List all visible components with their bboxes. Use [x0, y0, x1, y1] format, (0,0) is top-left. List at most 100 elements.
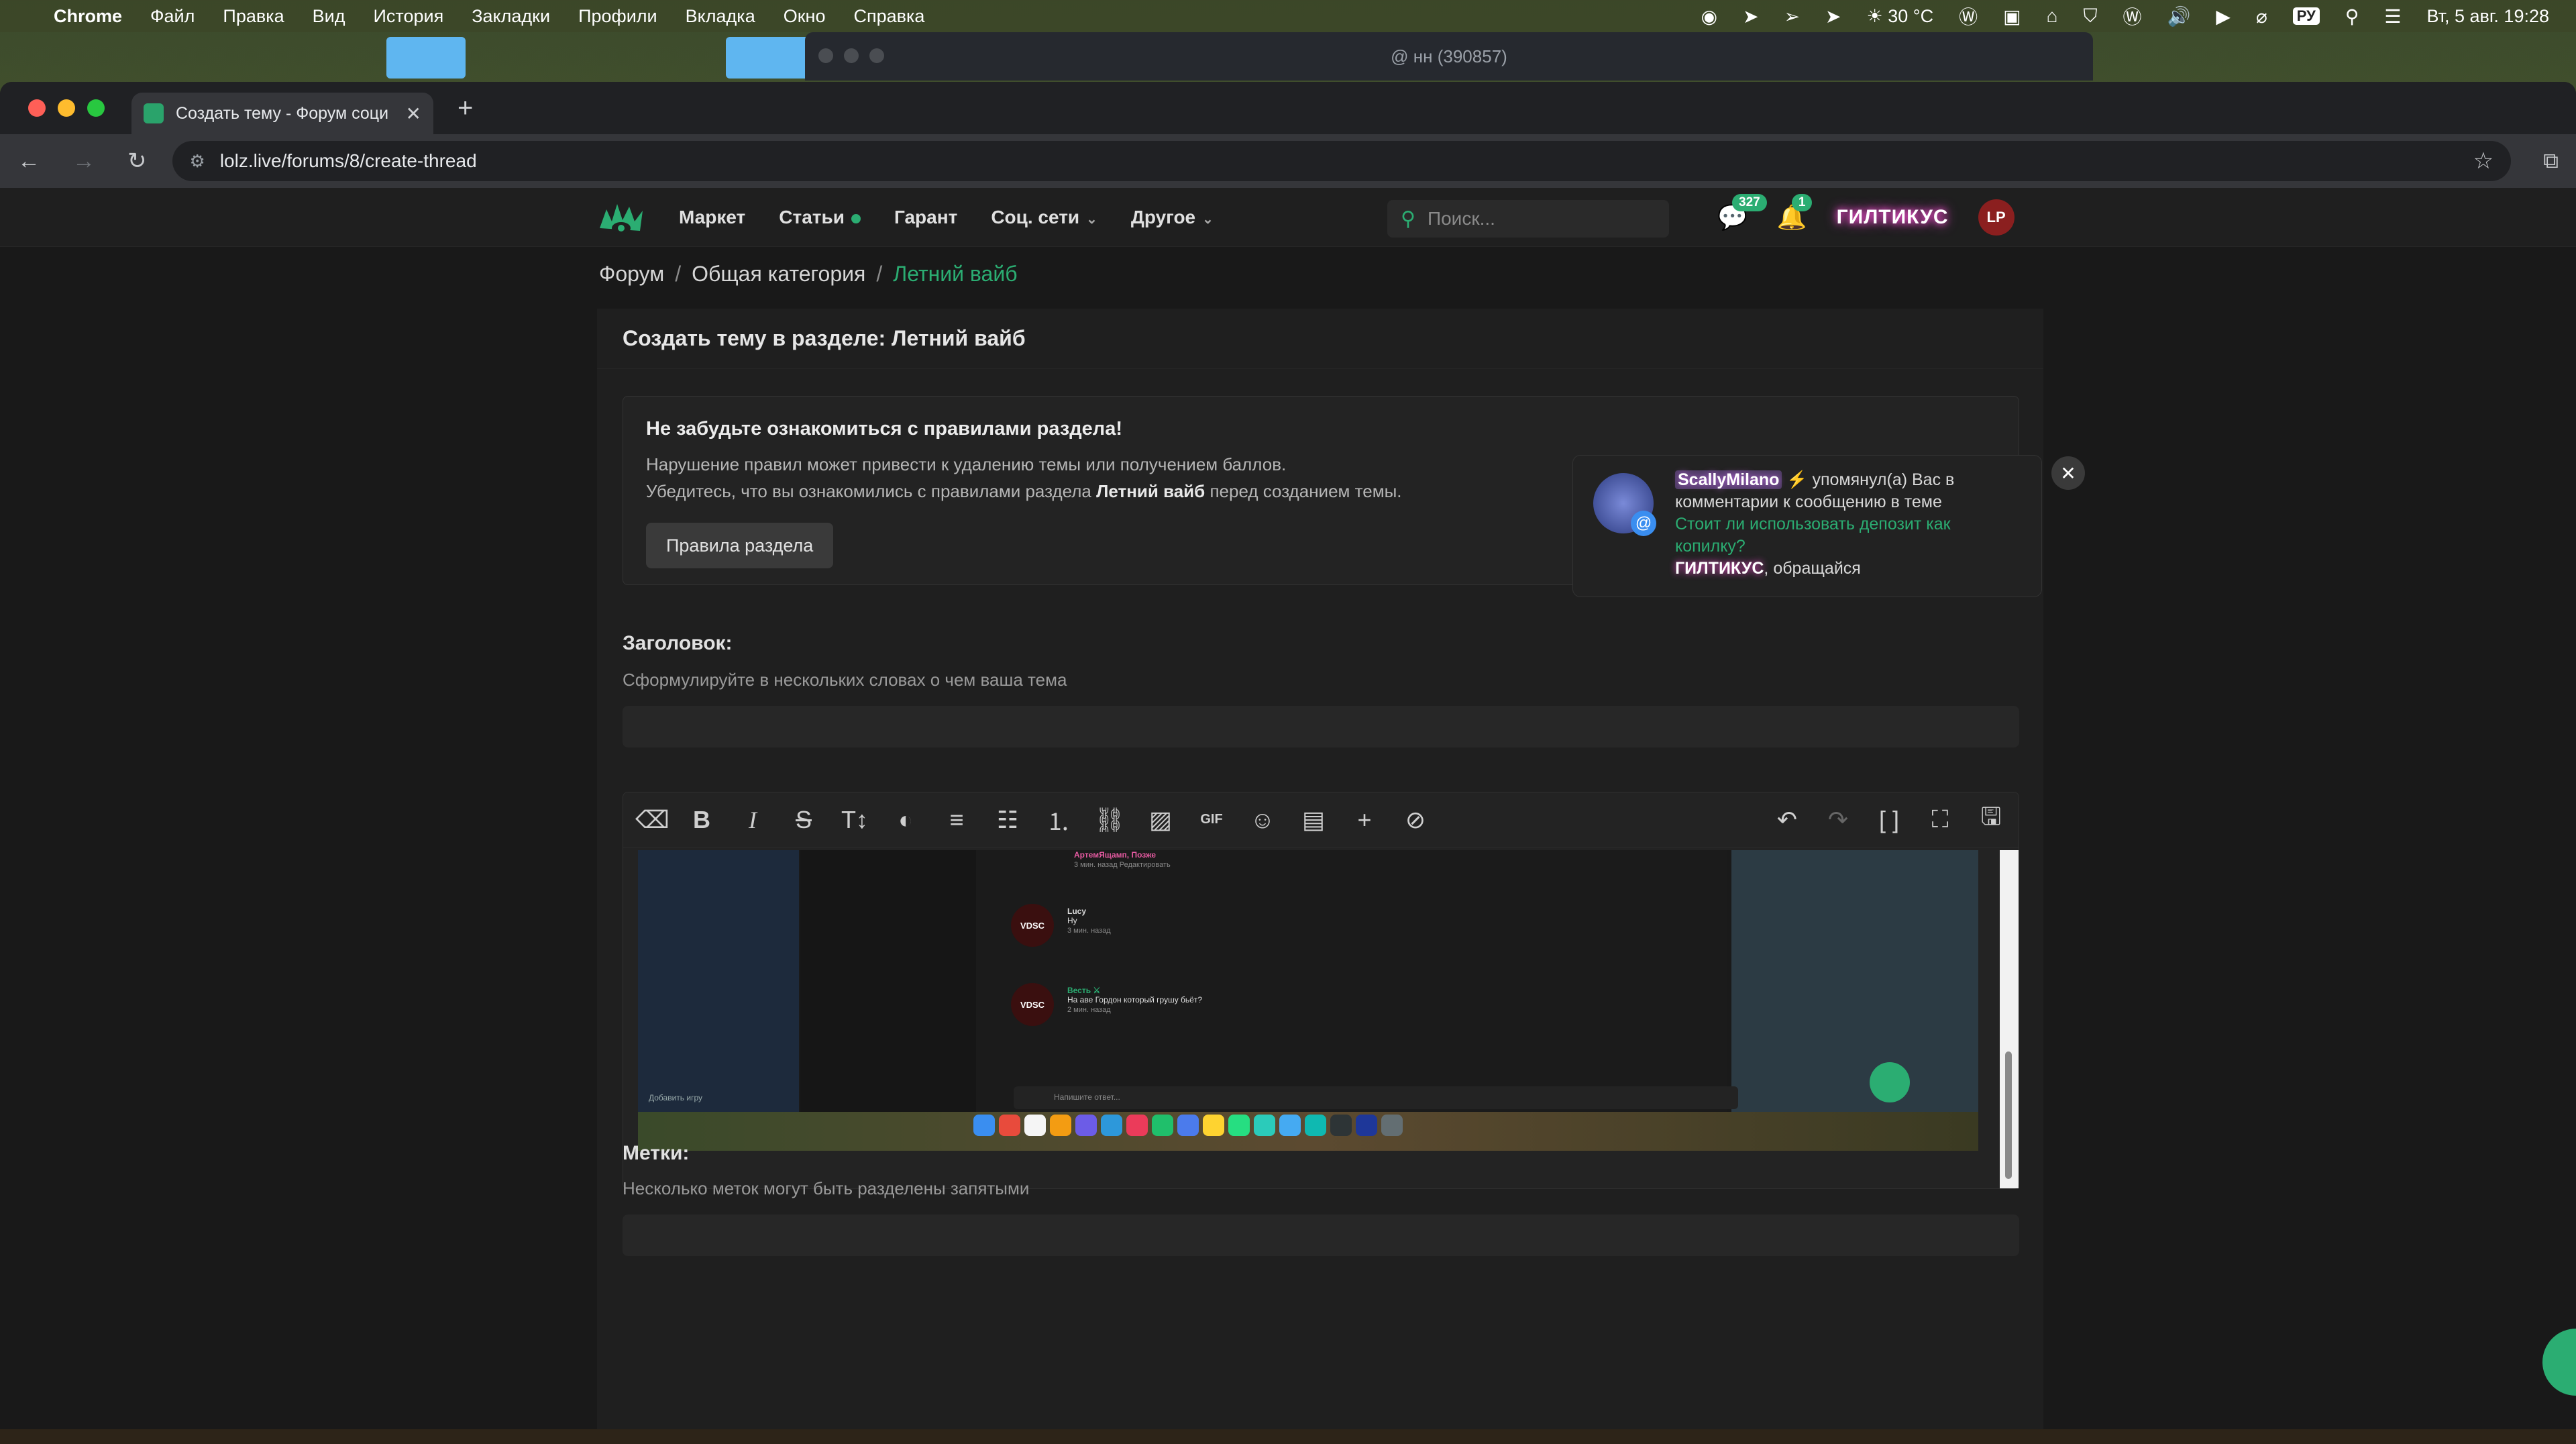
wifi-off-icon[interactable]: ⌀ [2256, 5, 2267, 28]
background-window[interactable]: @ нн (390857) [805, 32, 2093, 81]
menu-history[interactable]: История [373, 6, 443, 27]
embedded-chat-button [1870, 1062, 1910, 1102]
eraser-icon[interactable]: ⌫ [635, 806, 669, 834]
nav-other[interactable]: Другое ⌄ [1131, 207, 1214, 228]
plus-icon[interactable]: + [1349, 806, 1380, 834]
embedded-comments-area [976, 850, 1727, 1112]
hide-content-icon[interactable]: ⊘ [1400, 806, 1431, 834]
editor-content-image[interactable]: Добавить игру АртемЯщамп, Позже 3 мин. н… [638, 850, 1978, 1151]
menu-profiles[interactable]: Профили [578, 6, 657, 27]
desktop-folder-icon[interactable] [726, 37, 812, 79]
nav-social[interactable]: Соц. сети ⌄ [991, 207, 1097, 228]
numbered-list-icon[interactable]: ⒈ [1043, 803, 1074, 837]
input-source-badge[interactable]: РУ [2292, 7, 2320, 25]
strikethrough-icon[interactable]: S [788, 806, 819, 834]
close-tab-icon[interactable]: ✕ [406, 103, 421, 125]
header-username[interactable]: ГИЛТИКУС [1837, 206, 1949, 229]
italic-icon[interactable]: I [737, 806, 768, 834]
emoji-icon[interactable]: ☺ [1247, 806, 1278, 834]
back-arrow-icon[interactable]: ← [17, 148, 40, 174]
macos-menubar: Chrome Файл Правка Вид История Закладки … [0, 0, 2576, 32]
forward-arrow-icon[interactable]: → [72, 148, 95, 174]
spotlight-search-icon[interactable]: ⚲ [2345, 5, 2359, 28]
menu-edit[interactable]: Правка [223, 6, 284, 27]
desktop-folder-icon[interactable] [386, 37, 466, 79]
chevron-down-icon: ⌄ [1202, 212, 1214, 227]
embedded-reply-input: Напишите ответ... [1014, 1086, 1738, 1109]
embedded-comment: Весть ⚔ На аве Гордон который грушу бьёт… [1067, 986, 1202, 1014]
weather-icon[interactable]: ☀ 30 °C [1867, 6, 1934, 27]
font-size-icon[interactable]: T↕ [839, 806, 870, 834]
menu-help[interactable]: Справка [853, 6, 924, 27]
extensions-icon[interactable]: ⧉ [2543, 148, 2559, 174]
background-window-controls [818, 48, 884, 63]
media-gallery-icon[interactable]: ▤ [1298, 806, 1329, 834]
shield-icon[interactable]: ⛉ [2083, 5, 2097, 28]
play-icon[interactable]: ▶ [2216, 5, 2231, 28]
notification-user[interactable]: ScallyMilano [1675, 470, 1782, 489]
menubar-clock[interactable]: Вт, 5 авг. 19:28 [2427, 6, 2550, 27]
reload-icon[interactable]: ↻ [127, 148, 147, 174]
menu-app-name[interactable]: Chrome [54, 6, 122, 27]
bell-icon[interactable]: 🔔 1 [1777, 194, 1813, 231]
browser-tab-active[interactable]: Создать тему - Форум соци ✕ [131, 93, 433, 134]
wordpress-alt-icon[interactable]: Ⓦ [2123, 3, 2142, 30]
battery-app-icon[interactable]: ▣ [2003, 5, 2021, 28]
app-status-icon[interactable]: ◉ [1701, 5, 1717, 28]
site-logo-icon[interactable] [597, 197, 645, 239]
notification-thread-link[interactable]: Стоит ли использовать депозит как копилк… [1675, 515, 1951, 556]
redo-icon[interactable]: ↷ [1823, 806, 1854, 834]
nav-market[interactable]: Маркет [679, 207, 745, 228]
header-user-area: 💬 327 🔔 1 ГИЛТИКУС LP [1717, 188, 2015, 247]
telegram-muted-icon[interactable]: ➢ [1784, 5, 1800, 28]
breadcrumb-category[interactable]: Общая категория [692, 262, 865, 287]
scrollbar-thumb[interactable] [2005, 1051, 2012, 1179]
gif-icon[interactable]: GIF [1196, 812, 1227, 827]
align-icon[interactable]: ≡ [941, 806, 972, 834]
fullscreen-icon[interactable]: ⛶ [1925, 805, 1955, 834]
close-window-button[interactable] [28, 99, 46, 117]
main-nav: Маркет Статьи Гарант Соц. сети ⌄ Другое ⌄ [679, 188, 1214, 247]
bold-icon[interactable]: B [686, 806, 717, 834]
close-notification-icon[interactable]: ✕ [2051, 456, 2085, 490]
menu-window[interactable]: Окно [784, 6, 826, 27]
nav-articles[interactable]: Статьи [779, 207, 861, 228]
menu-tab[interactable]: Вкладка [686, 6, 755, 27]
menu-file[interactable]: Файл [150, 6, 195, 27]
minimize-window-button[interactable] [58, 99, 75, 117]
address-bar[interactable]: ⚙ lolz.live/forums/8/create-thread ☆ [172, 141, 2512, 181]
tags-input[interactable] [623, 1215, 2019, 1256]
messages-icon[interactable]: 💬 327 [1717, 194, 1767, 231]
color-icon[interactable]: ◐ [890, 806, 921, 834]
new-tab-button[interactable]: + [458, 93, 473, 123]
vpn-icon[interactable]: ⌂ [2047, 5, 2058, 27]
menu-view[interactable]: Вид [313, 6, 345, 27]
embedded-comment: АртемЯщамп, Позже 3 мин. назад Редактиро… [1074, 850, 1171, 869]
notification-mentioned-user[interactable]: ГИЛТИКУС [1675, 559, 1764, 578]
wordpress-icon[interactable]: Ⓦ [1959, 3, 1978, 30]
image-icon[interactable]: ▨ [1145, 806, 1176, 834]
zoom-window-button[interactable] [87, 99, 105, 117]
editor-scrollbar[interactable] [2000, 850, 2019, 1188]
code-brackets-icon[interactable]: [ ] [1874, 806, 1904, 834]
search-input[interactable]: ⚲ Поиск... [1387, 200, 1669, 238]
section-rules-button[interactable]: Правила раздела [646, 523, 834, 568]
save-draft-icon[interactable]: 🖫 [1976, 799, 2006, 840]
bookmark-star-icon[interactable]: ☆ [2473, 148, 2493, 174]
volume-icon[interactable]: 🔊 [2167, 5, 2191, 28]
site-info-icon[interactable]: ⚙ [190, 151, 205, 172]
title-input[interactable] [623, 706, 2019, 747]
nav-guarantor[interactable]: Гарант [894, 207, 957, 228]
title-hint: Сформулируйте в нескольких словах о чем … [623, 670, 1067, 690]
avatar[interactable]: LP [1978, 199, 2015, 236]
link-icon[interactable]: ⛓ [1094, 806, 1125, 834]
telegram-icon[interactable]: ➤ [1743, 5, 1758, 28]
menu-bookmarks[interactable]: Закладки [472, 6, 550, 27]
control-center-icon[interactable]: ☰ [2384, 5, 2401, 28]
undo-icon[interactable]: ↶ [1772, 806, 1803, 834]
mention-notification[interactable]: @ ScallyMilano ⚡ упомянул(а) Вас в комме… [1572, 455, 2042, 597]
bullet-list-icon[interactable]: ☷ [992, 806, 1023, 834]
breadcrumb-forum[interactable]: Форум [599, 262, 664, 287]
telegram-alt-icon[interactable]: ➤ [1825, 5, 1841, 28]
breadcrumb-section[interactable]: Летний вайб [893, 262, 1017, 287]
